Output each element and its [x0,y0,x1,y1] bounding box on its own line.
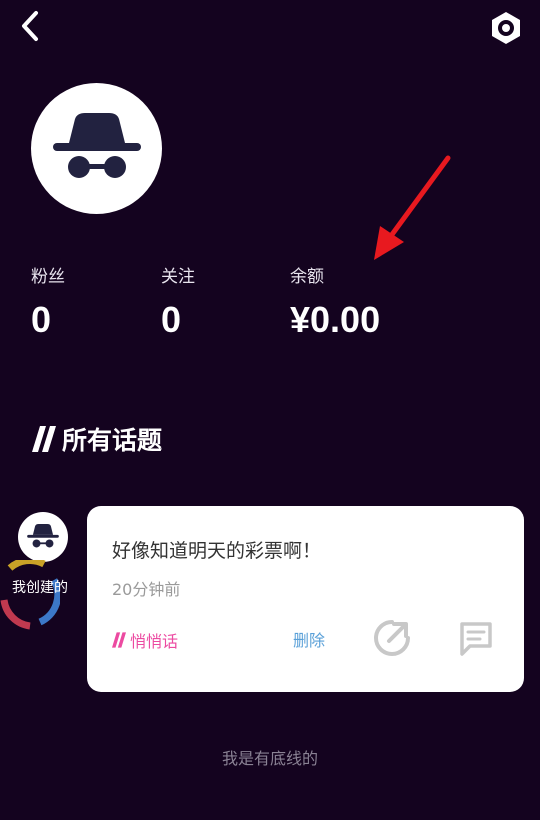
share-arrow-icon [374,620,410,656]
creator-label: 我创建的 [12,580,68,596]
double-slash-icon [112,632,126,648]
stat-following-label: 关注 [161,267,195,287]
double-slash-icon [32,426,56,452]
topic-time: 20分钟前 [112,580,181,599]
stat-followers-value: 0 [31,299,52,340]
gear-icon [492,12,520,44]
chevron-left-icon [22,11,38,41]
creator-avatar[interactable] [18,512,68,562]
incognito-hat-glasses-icon [27,524,59,548]
whisper-button[interactable]: 悄悄话 [112,628,178,652]
stat-following[interactable]: 关注 0 [161,266,195,340]
stat-followers[interactable]: 粉丝 0 [31,266,65,340]
topic-title: 好像知道明天的彩票啊！ [112,540,322,562]
topics-section-title: 所有话题 [62,426,163,455]
list-end-footer: 我是有底线的 [221,749,318,768]
red-arrow-annotation [374,155,451,260]
topics-section-header: 所有话题 [32,422,162,456]
comment-icon [460,622,492,656]
delete-button[interactable]: 删除 [293,627,325,651]
settings-button[interactable] [486,8,526,48]
stat-following-value: 0 [161,299,182,340]
comment-button[interactable] [456,618,496,658]
profile-avatar[interactable] [31,83,162,214]
whisper-label: 悄悄话 [130,632,179,651]
stat-balance[interactable]: 余额 ¥0.00 [290,266,380,340]
stat-followers-label: 粉丝 [31,267,65,287]
back-button[interactable] [12,8,48,44]
stat-balance-value: ¥0.00 [290,299,381,340]
topic-card[interactable]: 好像知道明天的彩票啊！ 20分钟前 悄悄话 删除 [87,506,524,692]
share-button[interactable] [372,618,412,658]
incognito-hat-glasses-icon [52,112,141,178]
